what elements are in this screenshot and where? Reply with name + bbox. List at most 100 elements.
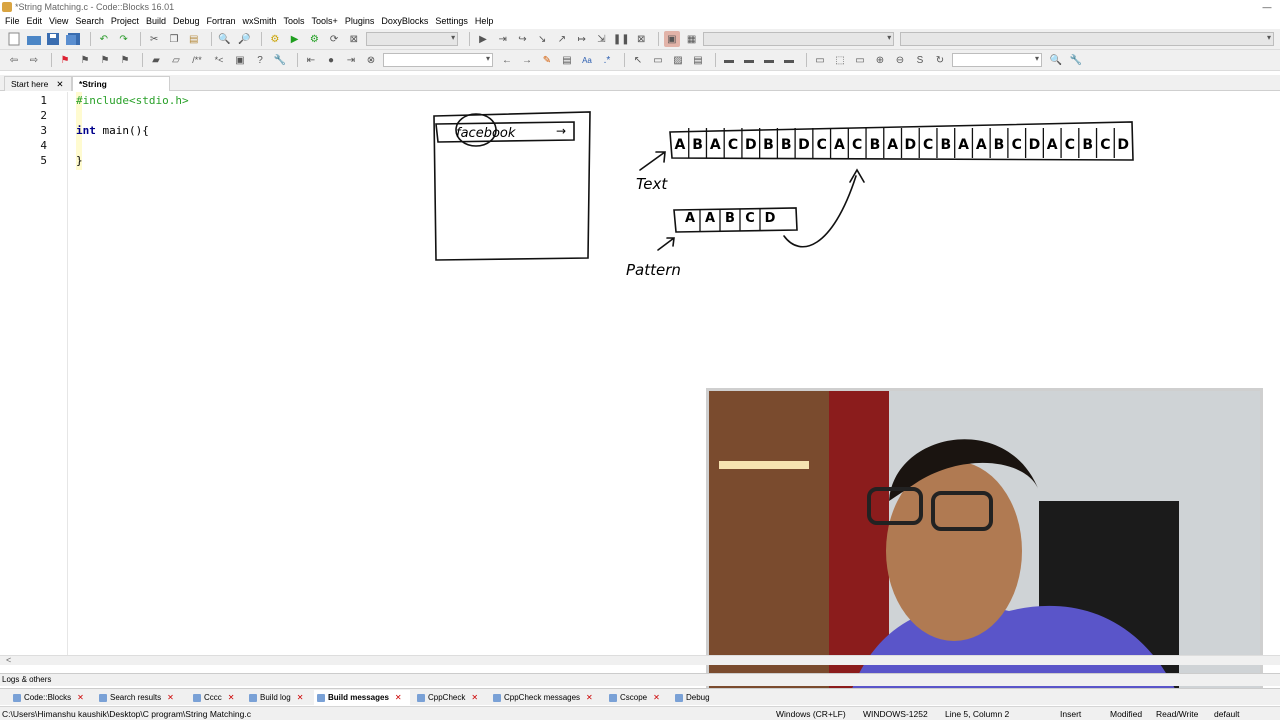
build-and-run-icon[interactable]: ⚙ <box>306 31 322 47</box>
close-icon[interactable]: ✕ <box>395 693 402 702</box>
save-icon[interactable] <box>45 31 61 47</box>
menu-wxsmith[interactable]: wxSmith <box>241 16 282 26</box>
menu-help[interactable]: Help <box>473 16 499 26</box>
first-match-icon[interactable]: ⇤ <box>303 52 319 68</box>
menu-settings[interactable]: Settings <box>433 16 473 26</box>
log-tab-cppcheck[interactable]: CppCheck ✕ <box>414 690 486 705</box>
redo-icon[interactable]: ↷ <box>116 31 132 47</box>
next-bookmark-icon[interactable]: ⚑ <box>97 52 113 68</box>
doxyblocks-icon[interactable]: ▣ <box>232 52 248 68</box>
match-case-icon[interactable]: Aa <box>579 52 595 68</box>
uncomment-icon[interactable]: *< <box>210 52 228 68</box>
last-match-icon[interactable]: ⇥ <box>343 52 359 68</box>
code-completion-function-select[interactable] <box>900 32 1274 46</box>
replace-icon[interactable]: 🔎 <box>236 31 252 47</box>
log-tab-debug[interactable]: Debug <box>672 690 710 705</box>
log-tab-build-messages[interactable]: Build messages ✕ <box>314 690 410 705</box>
symbol-search-input[interactable] <box>952 53 1042 67</box>
cut-icon[interactable]: ✂ <box>146 31 162 47</box>
close-icon[interactable]: ✕ <box>471 693 478 702</box>
doxywizard-icon[interactable]: ? <box>252 52 268 68</box>
close-icon[interactable]: ✕ <box>228 693 235 702</box>
previous-bookmark-icon[interactable]: ⚑ <box>77 52 93 68</box>
box-outline-icon[interactable]: ▭ <box>852 52 868 68</box>
menu-tools[interactable]: Tools <box>282 16 310 26</box>
menu-plugins[interactable]: Plugins <box>343 16 380 26</box>
select-cursor-icon[interactable]: ↖ <box>630 52 646 68</box>
code-line[interactable]: #include<stdio.h> <box>76 94 189 107</box>
symbol-s-icon[interactable]: S <box>912 52 928 68</box>
menu-search[interactable]: Search <box>73 16 109 26</box>
log-tab-cppcheck-messages[interactable]: CppCheck messages ✕ <box>490 690 602 705</box>
next-instruction-icon[interactable]: ↦ <box>574 31 590 47</box>
wrench-icon[interactable]: 🔧 <box>272 52 288 68</box>
symbol-find-icon[interactable]: 🔍 <box>1048 52 1064 68</box>
code-completion-scope-select[interactable] <box>703 32 895 46</box>
close-icon[interactable]: ✕ <box>297 693 304 702</box>
code-line[interactable]: int main(){ <box>76 124 149 137</box>
stop-debugger-icon[interactable]: ⊠ <box>633 31 649 47</box>
clear-bookmarks-icon[interactable]: ⚑ <box>117 52 133 68</box>
menu-debug[interactable]: Debug <box>171 16 205 26</box>
menu-tools-plus[interactable]: Tools+ <box>310 16 343 26</box>
zoom-in-icon[interactable]: ⊕ <box>872 52 888 68</box>
close-icon[interactable]: ✕ <box>56 79 63 89</box>
menu-build[interactable]: Build <box>144 16 171 26</box>
editor-horizontal-scrollbar[interactable]: < <box>0 655 1280 665</box>
step-into-icon[interactable]: ↘ <box>534 31 550 47</box>
find-icon[interactable]: 🔍 <box>217 31 233 47</box>
menu-file[interactable]: File <box>3 16 25 26</box>
align-center-icon[interactable]: ▬ <box>741 52 757 68</box>
tab-string-matching[interactable]: *String Matching.c✕ <box>72 76 170 104</box>
align-left-icon[interactable]: ▬ <box>721 52 737 68</box>
log-tab-build-log[interactable]: Build log ✕ <box>246 690 310 705</box>
align-right-icon[interactable]: ▬ <box>761 52 777 68</box>
next-line-icon[interactable]: ↪ <box>515 31 531 47</box>
highlight-pen-icon[interactable]: ✎ <box>539 52 555 68</box>
debug-start-icon[interactable]: ▶ <box>475 31 491 47</box>
menu-project[interactable]: Project <box>109 16 144 26</box>
close-icon[interactable]: ✕ <box>586 693 593 702</box>
run-icon[interactable]: ▶ <box>287 31 303 47</box>
minimize-icon[interactable]: — <box>1254 0 1280 14</box>
close-icon[interactable]: ✕ <box>167 693 174 702</box>
clear-search-icon[interactable]: ⊗ <box>363 52 379 68</box>
tools-icon[interactable]: 🔧 <box>1068 52 1084 68</box>
align-justify-icon[interactable]: ▬ <box>781 52 797 68</box>
jump-back-icon[interactable]: ⇦ <box>6 52 22 68</box>
undo-icon[interactable]: ↶ <box>96 31 112 47</box>
comment-icon[interactable]: /** <box>188 52 206 68</box>
menu-view[interactable]: View <box>47 16 73 26</box>
code-line[interactable]: } <box>76 154 83 167</box>
save-all-icon[interactable] <box>65 31 81 47</box>
open-file-icon[interactable] <box>26 31 42 47</box>
build-icon[interactable]: ⚙ <box>267 31 283 47</box>
highlight-clear-icon[interactable]: ▱ <box>168 52 184 68</box>
log-tab-cccc[interactable]: Cccc ✕ <box>190 690 242 705</box>
log-tab-search-results[interactable]: Search results ✕ <box>96 690 186 705</box>
step-into-instruction-icon[interactable]: ⇲ <box>594 31 610 47</box>
log-tab-codeblocks[interactable]: Code::Blocks ✕ <box>10 690 92 705</box>
box-icon[interactable]: ▭ <box>812 52 828 68</box>
zoom-out-icon[interactable]: ⊖ <box>892 52 908 68</box>
incremental-search-input[interactable] <box>383 53 493 67</box>
box-dashed-icon[interactable]: ⬚ <box>832 52 848 68</box>
debugging-windows-icon[interactable]: ▣ <box>664 31 680 47</box>
menu-fortran[interactable]: Fortran <box>204 16 240 26</box>
selected-text-icon[interactable]: ▤ <box>559 52 575 68</box>
jump-forward-icon[interactable]: ⇨ <box>26 52 42 68</box>
scroll-left-icon[interactable]: < <box>6 655 11 665</box>
paste-icon[interactable]: ▤ <box>186 31 202 47</box>
break-debugger-icon[interactable]: ❚❚ <box>613 31 630 47</box>
copy-icon[interactable]: ❐ <box>166 31 182 47</box>
highlight-icon[interactable]: ▰ <box>148 52 164 68</box>
abort-icon[interactable]: ⊠ <box>346 31 362 47</box>
toggle-bookmark-icon[interactable]: ⚑ <box>57 52 73 68</box>
search-next-icon[interactable]: → <box>519 52 535 68</box>
menu-edit[interactable]: Edit <box>25 16 48 26</box>
close-icon[interactable]: ✕ <box>77 693 84 702</box>
rectangle-icon[interactable]: ▭ <box>650 52 666 68</box>
search-previous-icon[interactable]: ← <box>499 52 515 68</box>
refresh-icon[interactable]: ↻ <box>932 52 948 68</box>
layout-icon[interactable]: ▤ <box>690 52 706 68</box>
